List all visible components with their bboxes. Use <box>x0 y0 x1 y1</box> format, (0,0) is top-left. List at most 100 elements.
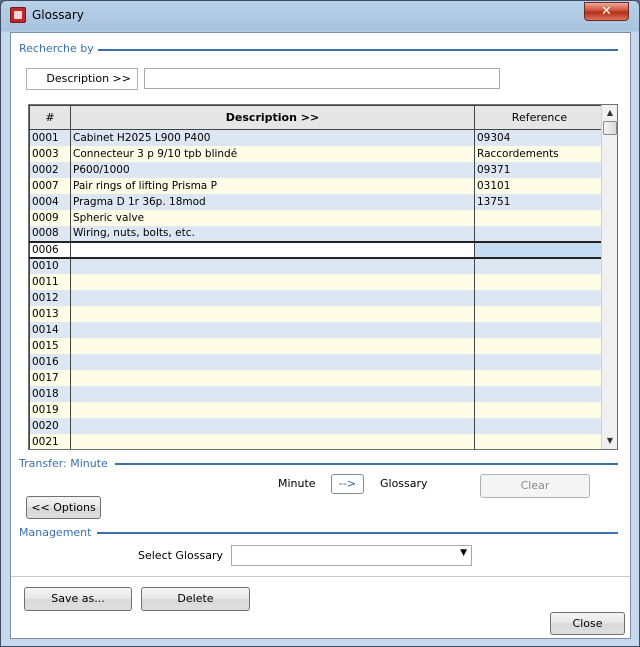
table-row[interactable]: 0001 Cabinet H2025 L900 P400 09304 <box>29 129 605 146</box>
table-row[interactable]: 0021 <box>29 433 605 449</box>
cell-ref[interactable] <box>474 385 605 402</box>
cell-ref[interactable]: Raccordements <box>474 145 605 162</box>
table-row[interactable]: 0002 P600/1000 09371 <box>29 161 605 178</box>
cell-desc[interactable]: Spheric valve <box>70 209 475 226</box>
cell-num[interactable]: 0012 <box>29 289 71 306</box>
table-row[interactable]: 0015 <box>29 337 605 354</box>
cell-ref[interactable]: 13751 <box>474 193 605 210</box>
cell-ref[interactable] <box>474 353 605 370</box>
column-header-number[interactable]: # <box>29 105 71 130</box>
glossary-grid[interactable]: # Description >> Reference 0001 Cabinet H… <box>28 104 618 450</box>
cell-desc[interactable]: Wiring, nuts, bolts, etc. <box>70 225 475 242</box>
cell-num[interactable]: 0004 <box>29 193 71 210</box>
grid-scrollbar[interactable]: ▲ ▼ <box>601 105 617 449</box>
cell-desc[interactable] <box>70 401 475 418</box>
clear-button[interactable]: Clear <box>480 474 590 498</box>
cell-num[interactable]: 0019 <box>29 401 71 418</box>
column-header-description[interactable]: Description >> <box>70 105 475 130</box>
table-row[interactable]: 0012 <box>29 289 605 306</box>
cell-ref[interactable] <box>474 321 605 338</box>
cell-desc[interactable]: Connecteur 3 p 9/10 tpb blindé <box>70 145 475 162</box>
transfer-section-divider <box>115 463 618 465</box>
table-row[interactable]: 0010 <box>29 257 605 274</box>
cell-ref[interactable] <box>474 209 605 226</box>
delete-button[interactable]: Delete <box>141 587 250 611</box>
cell-desc[interactable]: Pair rings of lifting Prisma P <box>70 177 475 194</box>
cell-ref[interactable] <box>474 337 605 354</box>
cell-ref[interactable] <box>474 240 605 259</box>
options-button[interactable]: << Options <box>26 496 101 519</box>
cell-ref[interactable] <box>474 289 605 306</box>
cell-desc[interactable] <box>70 305 475 322</box>
cell-ref[interactable] <box>474 369 605 386</box>
table-row[interactable]: 0014 <box>29 321 605 338</box>
cell-desc[interactable] <box>70 289 475 306</box>
table-row[interactable]: 0018 <box>29 385 605 402</box>
cell-desc[interactable] <box>70 385 475 402</box>
column-header-reference[interactable]: Reference <box>474 105 605 130</box>
cell-num[interactable]: 0011 <box>29 273 71 290</box>
cell-ref[interactable] <box>474 401 605 418</box>
description-search-label[interactable]: Description >> <box>26 68 138 90</box>
table-row[interactable]: 0013 <box>29 305 605 322</box>
cell-ref[interactable] <box>474 225 605 242</box>
cell-ref[interactable] <box>474 273 605 290</box>
table-row[interactable]: 0020 <box>29 417 605 434</box>
cell-desc[interactable] <box>70 337 475 354</box>
cell-num[interactable]: 0002 <box>29 161 71 178</box>
cell-desc[interactable] <box>70 240 475 259</box>
cell-ref[interactable]: 03101 <box>474 177 605 194</box>
table-row[interactable]: 0007 Pair rings of lifting Prisma P 03101 <box>29 177 605 194</box>
table-row[interactable]: 0003 Connecteur 3 p 9/10 tpb blindé Raccor… <box>29 145 605 162</box>
cell-num[interactable]: 0021 <box>29 433 71 449</box>
title-bar[interactable]: Glossary ✕ <box>1 1 639 31</box>
cell-desc[interactable] <box>70 433 475 449</box>
description-search-input[interactable] <box>144 68 500 89</box>
scroll-down-icon[interactable]: ▼ <box>602 433 617 449</box>
cell-num[interactable]: 0020 <box>29 417 71 434</box>
cell-desc[interactable]: P600/1000 <box>70 161 475 178</box>
table-row[interactable]: 0011 <box>29 273 605 290</box>
table-row[interactable]: 0004 Pragma D 1r 36p. 18mod 13751 <box>29 193 605 210</box>
window-close-button[interactable]: ✕ <box>584 2 629 21</box>
cell-desc[interactable] <box>70 417 475 434</box>
table-row[interactable]: 0019 <box>29 401 605 418</box>
cell-num[interactable]: 0010 <box>29 257 71 274</box>
cell-ref[interactable] <box>474 433 605 449</box>
cell-num[interactable]: 0006 <box>29 240 71 259</box>
cell-ref[interactable]: 09304 <box>474 129 605 146</box>
save-as-button[interactable]: Save as... <box>24 587 132 611</box>
cell-desc[interactable] <box>70 321 475 338</box>
cell-num[interactable]: 0017 <box>29 369 71 386</box>
cell-num[interactable]: 0007 <box>29 177 71 194</box>
cell-num[interactable]: 0015 <box>29 337 71 354</box>
table-row[interactable]: 0009 Spheric valve <box>29 209 605 226</box>
cell-ref[interactable] <box>474 257 605 274</box>
cell-num[interactable]: 0014 <box>29 321 71 338</box>
close-button[interactable]: Close <box>550 612 625 635</box>
cell-desc[interactable]: Pragma D 1r 36p. 18mod <box>70 193 475 210</box>
cell-num[interactable]: 0008 <box>29 225 71 242</box>
cell-desc[interactable] <box>70 257 475 274</box>
cell-num[interactable]: 0013 <box>29 305 71 322</box>
cell-num[interactable]: 0001 <box>29 129 71 146</box>
cell-ref[interactable]: 09371 <box>474 161 605 178</box>
table-row[interactable]: 0017 <box>29 369 605 386</box>
cell-ref[interactable] <box>474 305 605 322</box>
cell-num[interactable]: 0018 <box>29 385 71 402</box>
cell-num[interactable]: 0003 <box>29 145 71 162</box>
cell-ref[interactable] <box>474 417 605 434</box>
cell-desc[interactable] <box>70 353 475 370</box>
cell-num[interactable]: 0016 <box>29 353 71 370</box>
scroll-thumb[interactable] <box>603 121 617 135</box>
select-glossary-dropdown[interactable]: ▼ <box>231 545 472 566</box>
scroll-up-icon[interactable]: ▲ <box>602 105 617 121</box>
cell-desc[interactable]: Cabinet H2025 L900 P400 <box>70 129 475 146</box>
cell-num[interactable]: 0009 <box>29 209 71 226</box>
cell-desc[interactable] <box>70 273 475 290</box>
cell-desc[interactable] <box>70 369 475 386</box>
table-row[interactable]: 0008 Wiring, nuts, bolts, etc. <box>29 225 605 242</box>
transfer-arrow-button[interactable]: --> <box>331 474 364 494</box>
table-row[interactable]: 0006 <box>29 240 605 259</box>
table-row[interactable]: 0016 <box>29 353 605 370</box>
